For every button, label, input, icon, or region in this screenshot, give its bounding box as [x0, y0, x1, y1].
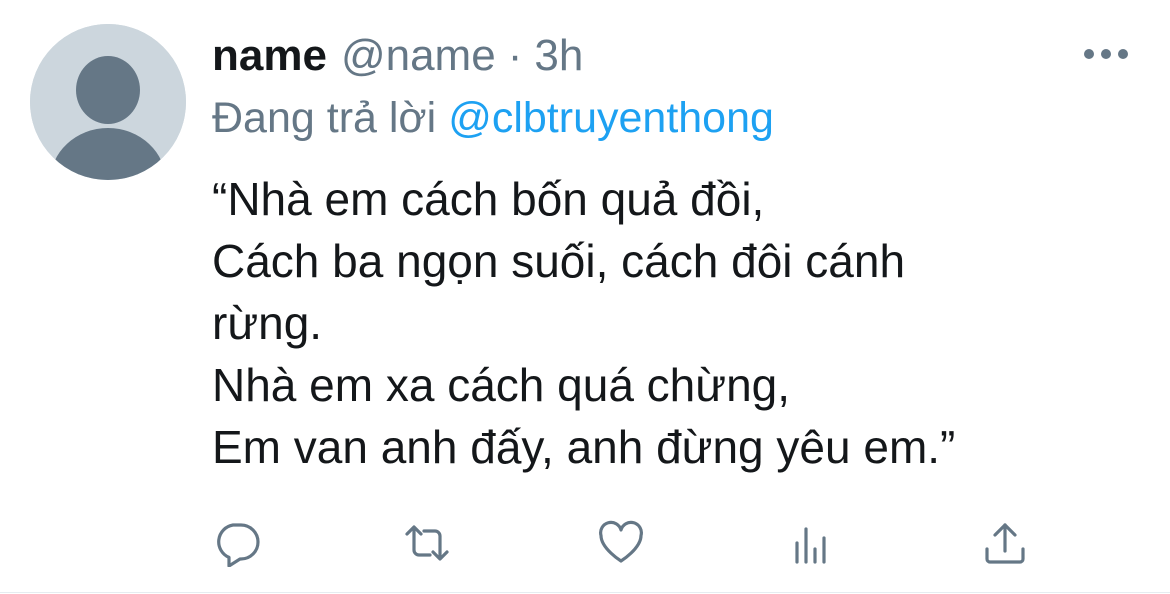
timestamp[interactable]: 3h — [534, 31, 583, 80]
separator-dot: · — [507, 31, 523, 80]
tweet-text: “Nhà em cách bốn quả đồi, Cách ba ngọn s… — [212, 168, 1112, 478]
more-options-icon — [1118, 49, 1128, 59]
more-options-icon — [1084, 49, 1094, 59]
avatar[interactable] — [30, 24, 186, 180]
tweet-text-line: Cách ba ngọn suối, cách đôi cánh — [212, 235, 906, 287]
analytics-button[interactable] — [788, 518, 838, 568]
replying-to: Đang trả lời @clbtruyenthong — [212, 90, 774, 146]
like-button[interactable] — [596, 518, 646, 568]
more-options-icon — [1101, 49, 1111, 59]
tweet-text-line: “Nhà em cách bốn quả đồi, — [212, 173, 765, 225]
tweet[interactable]: name @name · 3h Đang trả lời @clbtruyenthong… — [0, 0, 1170, 594]
reply-prefix: Đang trả lời — [212, 94, 437, 142]
tweet-text-line: Em van anh đấy, anh đừng yêu em.” — [212, 421, 956, 473]
share-icon — [985, 523, 1025, 564]
retweet-icon — [405, 525, 449, 561]
reply-button[interactable] — [212, 518, 262, 568]
tweet-text-line: Nhà em xa cách quá chừng, — [212, 359, 791, 411]
tweet-text-line: rừng. — [212, 297, 323, 349]
reply-icon — [217, 523, 260, 567]
divider — [0, 592, 1170, 593]
user-handle[interactable]: @name — [341, 31, 496, 80]
reply-mention-link[interactable]: @clbtruyenthong — [448, 94, 774, 142]
share-button[interactable] — [980, 518, 1030, 568]
display-name[interactable]: name — [212, 31, 327, 80]
more-options-button[interactable] — [1084, 44, 1128, 64]
analytics-icon — [795, 527, 826, 564]
default-avatar-icon — [30, 24, 186, 180]
retweet-button[interactable] — [402, 518, 452, 568]
tweet-actions — [0, 518, 1170, 574]
tweet-header: name @name · 3h — [212, 28, 583, 84]
heart-icon — [599, 520, 643, 563]
